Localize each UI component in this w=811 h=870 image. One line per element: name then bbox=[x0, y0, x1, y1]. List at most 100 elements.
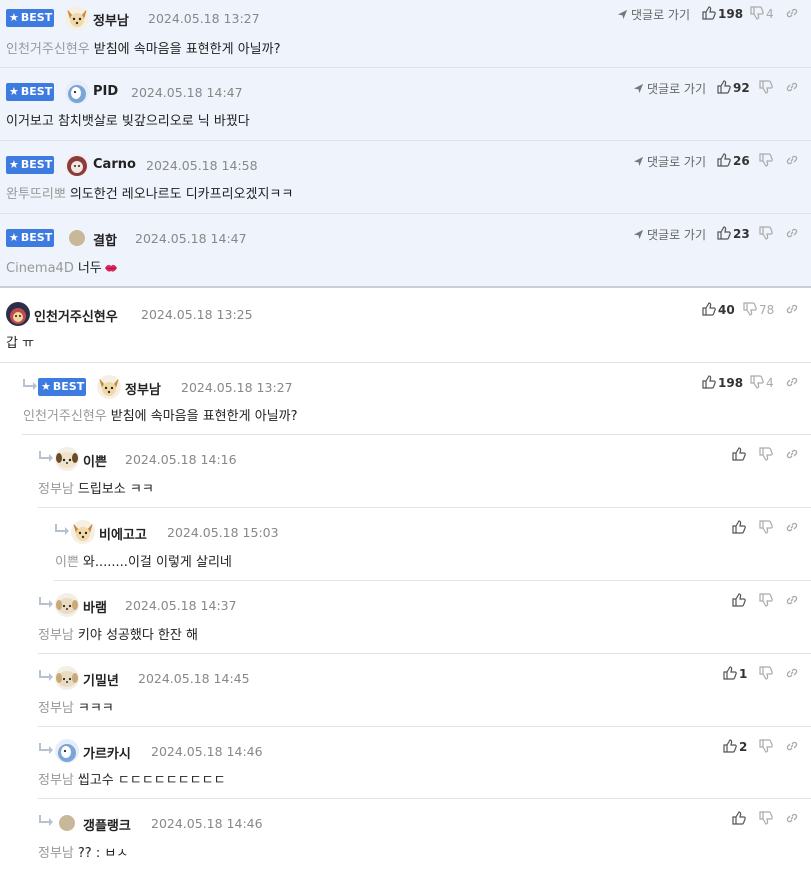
avatar[interactable] bbox=[65, 153, 89, 177]
kiss-emoji-icon bbox=[104, 264, 117, 272]
star-icon: ★ bbox=[9, 11, 19, 24]
author-name[interactable]: 정부남 bbox=[125, 379, 161, 398]
upvote-button[interactable]: 26 bbox=[717, 153, 750, 169]
link-icon bbox=[786, 377, 798, 387]
thumbs-down-icon bbox=[759, 593, 773, 607]
best-label: BEST bbox=[20, 85, 53, 98]
mention[interactable]: 정부남 bbox=[38, 482, 74, 496]
send-icon bbox=[633, 83, 644, 94]
author-name[interactable]: Carno bbox=[93, 157, 136, 172]
share-button[interactable] bbox=[785, 226, 799, 242]
avatar[interactable] bbox=[55, 447, 79, 471]
downvote-button[interactable] bbox=[759, 593, 773, 609]
author-name[interactable]: PID bbox=[93, 84, 118, 99]
share-button[interactable] bbox=[785, 375, 799, 391]
mention[interactable]: 인천거주신현우 bbox=[23, 409, 107, 423]
upvote-button[interactable]: 40 bbox=[702, 302, 735, 318]
upvote-button[interactable]: 1 bbox=[723, 666, 747, 682]
share-button[interactable] bbox=[785, 153, 799, 169]
upvote-button[interactable]: 2 bbox=[723, 739, 747, 755]
downvote-button[interactable]: 4 bbox=[750, 375, 774, 391]
reply-arrow-icon bbox=[54, 523, 70, 537]
mention[interactable]: 정부남 bbox=[38, 846, 74, 860]
thumbs-up-icon bbox=[732, 593, 746, 607]
avatar[interactable] bbox=[65, 80, 89, 104]
best-badge: ★ BEST bbox=[6, 9, 54, 27]
thumbs-down-icon bbox=[743, 302, 757, 316]
mention[interactable]: 인천거주신현우 bbox=[6, 42, 90, 56]
share-button[interactable] bbox=[785, 739, 799, 755]
downvote-button[interactable] bbox=[759, 666, 773, 682]
thumbs-down-icon bbox=[759, 153, 773, 167]
author-name[interactable]: 가르카시 bbox=[83, 743, 131, 762]
avatar[interactable] bbox=[6, 302, 30, 326]
author-name[interactable]: 이쁜 bbox=[83, 451, 107, 470]
author-name[interactable]: 정부남 bbox=[93, 10, 129, 29]
link-icon bbox=[786, 228, 798, 238]
downvote-button[interactable]: 78 bbox=[743, 302, 774, 318]
upvote-button[interactable]: 23 bbox=[717, 226, 750, 242]
mention[interactable]: 정부남 bbox=[38, 773, 74, 787]
timestamp: 2024.05.18 14:46 bbox=[151, 744, 263, 759]
link-icon bbox=[786, 82, 798, 92]
upvote-count: 23 bbox=[733, 227, 750, 241]
upvote-button[interactable] bbox=[732, 447, 746, 463]
downvote-count: 4 bbox=[766, 376, 774, 390]
upvote-button[interactable] bbox=[732, 811, 746, 827]
timestamp: 2024.05.18 15:03 bbox=[167, 525, 279, 540]
avatar[interactable] bbox=[69, 230, 85, 246]
share-button[interactable] bbox=[785, 80, 799, 96]
author-name[interactable]: 갱플랭크 bbox=[83, 815, 131, 834]
avatar[interactable] bbox=[55, 666, 79, 690]
downvote-button[interactable] bbox=[759, 80, 773, 96]
author-name[interactable]: 기밀년 bbox=[83, 670, 119, 689]
star-icon: ★ bbox=[9, 231, 19, 244]
mention[interactable]: 완투뜨리뽀 bbox=[6, 187, 66, 201]
author-name[interactable]: 결합 bbox=[93, 230, 117, 249]
downvote-button[interactable] bbox=[759, 153, 773, 169]
avatar[interactable] bbox=[65, 6, 89, 30]
mention[interactable]: Cinema4D bbox=[6, 261, 74, 275]
upvote-button[interactable]: 198 bbox=[702, 375, 743, 391]
goto-label: 댓글로 가기 bbox=[647, 228, 707, 242]
author-name[interactable]: 비에고고 bbox=[99, 524, 147, 543]
upvote-button[interactable]: 92 bbox=[717, 80, 750, 96]
goto-comment-link[interactable]: 댓글로 가기 bbox=[633, 226, 706, 243]
timestamp: 2024.05.18 14:16 bbox=[125, 452, 237, 467]
goto-comment-link[interactable]: 댓글로 가기 bbox=[617, 6, 690, 23]
best-label: BEST bbox=[20, 158, 53, 171]
upvote-button[interactable] bbox=[732, 593, 746, 609]
share-button[interactable] bbox=[785, 520, 799, 536]
share-button[interactable] bbox=[785, 811, 799, 827]
avatar[interactable] bbox=[59, 815, 75, 831]
mention[interactable]: 정부남 bbox=[38, 701, 74, 715]
downvote-button[interactable] bbox=[759, 520, 773, 536]
downvote-button[interactable] bbox=[759, 739, 773, 755]
avatar[interactable] bbox=[97, 375, 121, 399]
mention[interactable]: 정부남 bbox=[38, 628, 74, 642]
share-button[interactable] bbox=[785, 593, 799, 609]
author-name[interactable]: 바램 bbox=[83, 597, 107, 616]
mention[interactable]: 이쁜 bbox=[55, 555, 79, 569]
thumbs-down-icon bbox=[750, 375, 764, 389]
reply-comment: 기밀년 2024.05.18 14:45 1 정부남 ㅋㅋㅋ bbox=[38, 654, 811, 727]
avatar[interactable] bbox=[55, 739, 79, 763]
goto-comment-link[interactable]: 댓글로 가기 bbox=[633, 80, 706, 97]
downvote-button[interactable] bbox=[759, 226, 773, 242]
upvote-count: 1 bbox=[739, 667, 748, 681]
share-button[interactable] bbox=[785, 447, 799, 463]
share-button[interactable] bbox=[785, 302, 799, 318]
avatar[interactable] bbox=[71, 520, 95, 544]
avatar[interactable] bbox=[55, 593, 79, 617]
author-name[interactable]: 인천거주신현우 bbox=[34, 306, 118, 325]
upvote-button[interactable] bbox=[732, 520, 746, 536]
comment-text: ㅋㅋㅋ bbox=[77, 701, 114, 715]
upvote-button[interactable]: 198 bbox=[702, 6, 743, 22]
downvote-button[interactable]: 4 bbox=[750, 6, 774, 22]
downvote-button[interactable] bbox=[759, 811, 773, 827]
reply-comment: 갱플랭크 2024.05.18 14:46 정부남?? : ㅂㅅ bbox=[38, 799, 811, 870]
downvote-button[interactable] bbox=[759, 447, 773, 463]
goto-comment-link[interactable]: 댓글로 가기 bbox=[633, 153, 706, 170]
share-button[interactable] bbox=[785, 6, 799, 22]
share-button[interactable] bbox=[785, 666, 799, 682]
